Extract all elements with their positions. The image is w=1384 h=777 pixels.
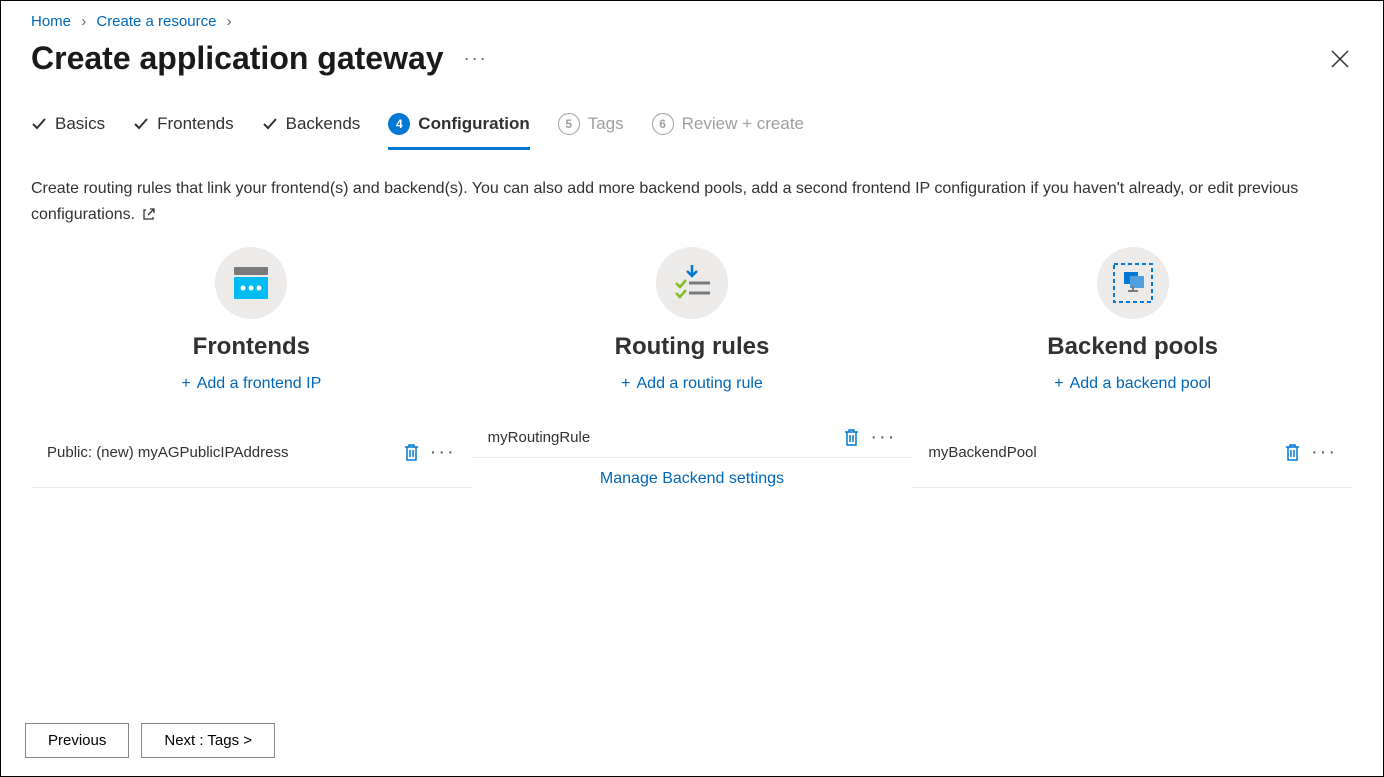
more-actions-button[interactable]: ··· [870, 427, 896, 447]
step-number: 4 [388, 113, 410, 135]
tab-configuration[interactable]: 4 Configuration [388, 107, 529, 150]
breadcrumb-create-resource[interactable]: Create a resource [96, 13, 216, 30]
external-link-icon[interactable] [142, 208, 155, 221]
step-number: 6 [652, 113, 674, 135]
backend-icon [1097, 247, 1169, 319]
tab-strip: Basics Frontends Backends 4 Configuratio… [1, 107, 1383, 150]
backend-pools-column: Backend pools + Add a backend pool [912, 247, 1353, 393]
trash-icon [843, 428, 860, 447]
plus-icon: + [621, 375, 630, 393]
frontends-column: Frontends + Add a frontend IP [31, 247, 472, 393]
breadcrumb-home[interactable]: Home [31, 13, 71, 30]
backend-item-label[interactable]: myBackendPool [928, 444, 1036, 461]
tab-backends[interactable]: Backends [262, 108, 361, 149]
description-text: Create routing rules that link your fron… [1, 150, 1383, 237]
close-button[interactable] [1327, 46, 1353, 72]
routing-item-row: myRoutingRule ··· [472, 417, 913, 458]
check-icon [133, 116, 149, 132]
close-icon [1331, 50, 1349, 68]
routing-rules-column: Routing rules + Add a routing rule [472, 247, 913, 393]
check-icon [262, 116, 278, 132]
column-title: Frontends [193, 333, 310, 361]
trash-icon [1284, 443, 1301, 462]
chevron-right-icon: › [81, 13, 86, 30]
frontend-icon [215, 247, 287, 319]
previous-button[interactable]: Previous [25, 723, 129, 758]
check-icon [31, 116, 47, 132]
delete-button[interactable] [843, 428, 860, 447]
plus-icon: + [181, 375, 190, 393]
trash-icon [403, 443, 420, 462]
tab-tags[interactable]: 5 Tags [558, 107, 624, 150]
tab-label: Configuration [418, 114, 529, 134]
tab-label: Frontends [157, 114, 234, 134]
tab-label: Backends [286, 114, 361, 134]
column-title: Routing rules [615, 333, 770, 361]
tab-label: Basics [55, 114, 105, 134]
tab-label: Review + create [682, 114, 804, 134]
frontend-item-row: Public: (new) myAGPublicIPAddress ··· [31, 417, 472, 488]
tab-label: Tags [588, 114, 624, 134]
tab-basics[interactable]: Basics [31, 108, 105, 149]
more-actions-button[interactable]: ··· [430, 442, 456, 462]
add-routing-rule-button[interactable]: + Add a routing rule [621, 375, 763, 393]
tab-frontends[interactable]: Frontends [133, 108, 234, 149]
next-button[interactable]: Next : Tags > [141, 723, 275, 758]
routing-icon [656, 247, 728, 319]
routing-item-label[interactable]: myRoutingRule [488, 429, 591, 446]
step-number: 5 [558, 113, 580, 135]
add-backend-pool-button[interactable]: + Add a backend pool [1054, 375, 1211, 393]
breadcrumb: Home › Create a resource › [1, 1, 1383, 36]
add-frontend-ip-button[interactable]: + Add a frontend IP [181, 375, 321, 393]
manage-backend-settings-link[interactable]: Manage Backend settings [600, 470, 784, 487]
tab-review-create[interactable]: 6 Review + create [652, 107, 804, 150]
column-title: Backend pools [1047, 333, 1218, 361]
plus-icon: + [1054, 375, 1063, 393]
frontend-item-label[interactable]: Public: (new) myAGPublicIPAddress [47, 444, 288, 461]
more-actions-button[interactable]: ··· [1311, 442, 1337, 462]
delete-button[interactable] [403, 443, 420, 462]
delete-button[interactable] [1284, 443, 1301, 462]
chevron-right-icon: › [227, 13, 232, 30]
more-commands-icon[interactable]: ··· [464, 48, 488, 69]
backend-item-row: myBackendPool ··· [912, 417, 1353, 488]
page-title: Create application gateway [31, 40, 444, 77]
